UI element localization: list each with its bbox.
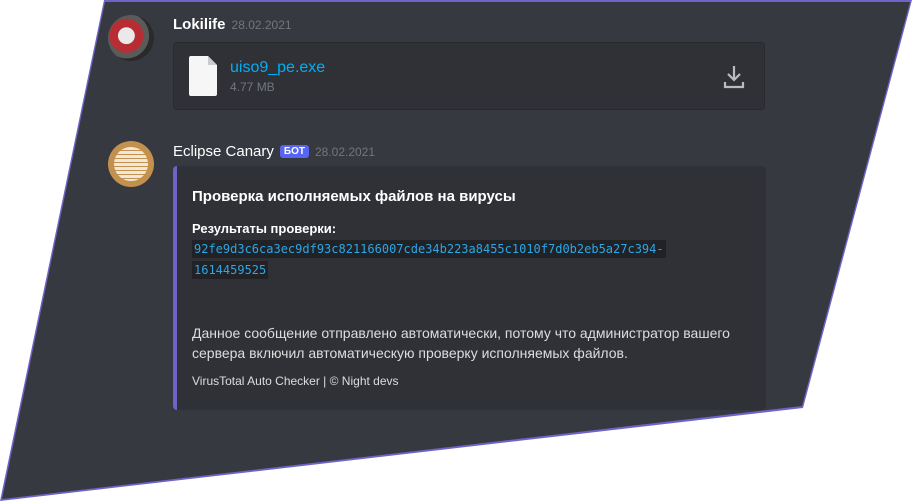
chat-background: Lokilife 28.02.2021 uiso9_pe.exe 4.77 MB: [2, 2, 910, 499]
bot-avatar-image: [114, 147, 148, 181]
user-timestamp: 28.02.2021: [231, 18, 292, 32]
embed-description: Данное сообщение отправлено автоматическ…: [192, 325, 730, 361]
embed-card: Проверка исполняемых файлов на вирусы Ре…: [173, 166, 766, 410]
embed-field-name: Результаты проверки:: [192, 221, 337, 236]
bot-author-name[interactable]: Eclipse Canary: [173, 143, 274, 160]
user-author-name[interactable]: Lokilife: [173, 16, 226, 33]
file-size: 4.77 MB: [230, 80, 275, 94]
hash-line-1: 92fe9d3c6ca3ec9df93c821166007cde34b223a8…: [192, 240, 666, 258]
user-avatar[interactable]: [108, 15, 154, 61]
bot-timestamp: 28.02.2021: [314, 145, 376, 159]
embed-footer: VirusTotal Auto Checker | © Night devs: [192, 374, 399, 388]
hash-line-2: 1614459525: [192, 261, 269, 279]
file-icon: [189, 56, 217, 101]
file-attachment: uiso9_pe.exe 4.77 MB: [173, 42, 765, 110]
embed-title: Проверка исполняемых файлов на вирусы: [192, 188, 516, 205]
download-icon[interactable]: [723, 65, 745, 94]
user-author-line: Lokilife 28.02.2021: [173, 16, 292, 33]
file-name-link[interactable]: uiso9_pe.exe: [230, 59, 325, 77]
bot-tag-badge: БОТ: [279, 145, 309, 158]
bot-avatar[interactable]: [108, 141, 154, 187]
chat-panel: Lokilife 28.02.2021 uiso9_pe.exe 4.77 MB: [2, 2, 910, 499]
bot-author-line: Eclipse Canary БОТ 28.02.2021: [173, 143, 375, 160]
embed-hash-value: 92fe9d3c6ca3ec9df93c821166007cde34b223a8…: [192, 239, 732, 281]
